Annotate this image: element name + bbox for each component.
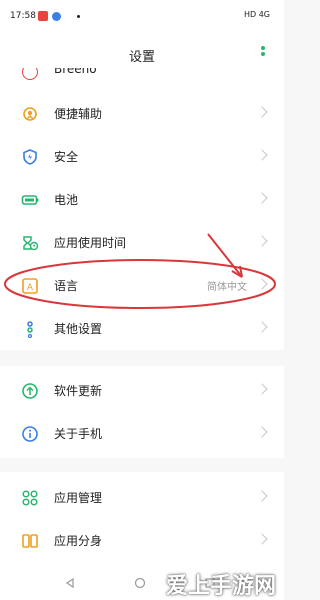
gear-notification-icon xyxy=(52,12,61,21)
apps-grid-icon xyxy=(22,490,38,506)
row-software-update[interactable]: 软件更新 xyxy=(0,369,284,411)
language-value: 简体中文 xyxy=(207,282,247,293)
page-title: 设置 xyxy=(128,50,155,65)
chevron-right-icon xyxy=(256,235,268,247)
row-label: 便捷辅助 xyxy=(54,107,103,121)
clone-icon xyxy=(22,534,38,548)
row-other-settings[interactable]: 其他设置 xyxy=(0,307,284,349)
battery-icon xyxy=(21,195,39,205)
status-time: 17:58 xyxy=(10,11,36,21)
row-label: 软件更新 xyxy=(54,384,103,398)
chevron-right-icon xyxy=(256,426,268,438)
settings-group-3: 应用管理 应用分身 xyxy=(0,472,284,566)
back-icon[interactable] xyxy=(64,577,76,589)
row-language[interactable]: A 语言 简体中文 xyxy=(0,264,284,306)
row-label: 安全 xyxy=(54,150,79,164)
update-icon xyxy=(22,383,38,399)
shield-icon xyxy=(23,149,37,165)
info-icon xyxy=(22,426,38,442)
row-label: 应用分身 xyxy=(54,534,103,548)
settings-group-1: Breeno 便捷辅助 安全 电池 应用使用时间 A 语言 简体中文 其他设置 xyxy=(0,68,284,350)
row-label: 其他设置 xyxy=(54,322,103,336)
home-icon[interactable] xyxy=(134,577,146,589)
chevron-right-icon xyxy=(256,278,268,290)
row-label: 电池 xyxy=(54,193,79,207)
svg-text:A: A xyxy=(27,283,34,293)
row-accessibility[interactable]: 便捷辅助 xyxy=(0,92,284,134)
language-icon: A xyxy=(22,278,38,294)
row-label: 应用管理 xyxy=(54,491,103,505)
chevron-right-icon xyxy=(256,533,268,545)
watermark: 爱上手游网 xyxy=(165,574,276,599)
row-app-clone[interactable]: 应用分身 xyxy=(0,519,284,561)
row-app-management[interactable]: 应用管理 xyxy=(0,476,284,518)
hourglass-icon xyxy=(23,236,39,251)
partial-row-label: Breeno xyxy=(54,68,97,76)
status-dot xyxy=(77,15,80,18)
row-label: 关于手机 xyxy=(54,427,103,441)
chevron-right-icon xyxy=(256,321,268,333)
chevron-right-icon xyxy=(256,149,268,161)
app-notification-icon xyxy=(38,11,48,21)
partial-row[interactable]: Breeno xyxy=(0,68,284,80)
row-security[interactable]: 安全 xyxy=(0,135,284,177)
row-app-usage-time[interactable]: 应用使用时间 xyxy=(0,221,284,263)
breeno-icon xyxy=(22,68,38,80)
row-label: 应用使用时间 xyxy=(54,236,127,250)
settings-group-2: 软件更新 关于手机 xyxy=(0,366,284,458)
status-right: HD 4G xyxy=(243,10,270,19)
hand-icon xyxy=(23,107,37,121)
chevron-right-icon xyxy=(256,490,268,502)
chevron-right-icon xyxy=(256,192,268,204)
chevron-right-icon xyxy=(256,383,268,395)
status-bar: 17:58 HD 4G xyxy=(0,0,284,34)
chevron-right-icon xyxy=(256,106,268,118)
more-settings-icon xyxy=(27,321,33,338)
more-options-icon[interactable] xyxy=(260,46,266,62)
row-label: 语言 xyxy=(54,279,79,293)
row-about-phone[interactable]: 关于手机 xyxy=(0,412,284,454)
row-battery[interactable]: 电池 xyxy=(0,178,284,220)
